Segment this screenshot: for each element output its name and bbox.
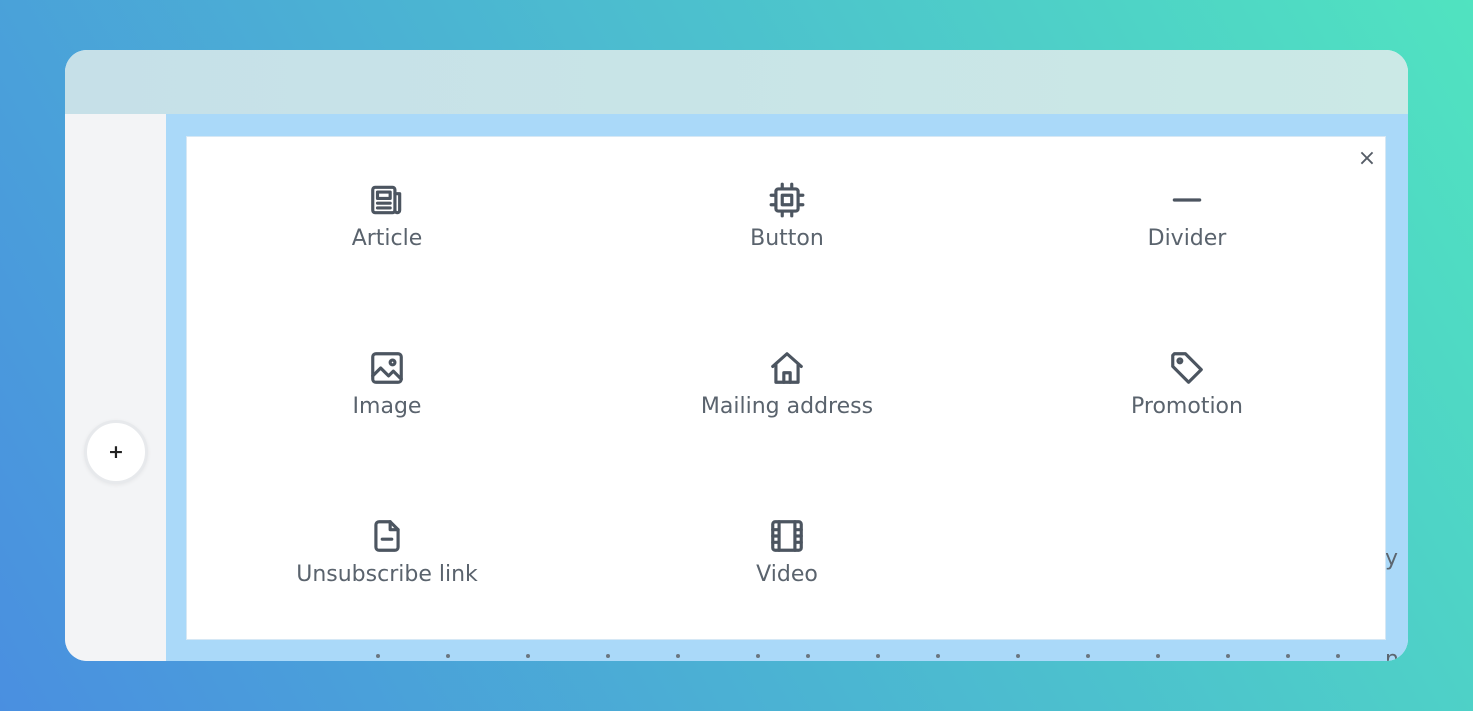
close-button[interactable]: × — [1355, 147, 1379, 171]
block-option-label: Image — [352, 394, 422, 419]
block-option-promotion[interactable]: Promotion — [1067, 324, 1307, 434]
block-option-unsubscribe-link[interactable]: Unsubscribe link — [267, 492, 507, 602]
block-option-image[interactable]: Image — [267, 324, 507, 434]
block-option-button[interactable]: Button — [667, 156, 907, 266]
block-option-label: Button — [750, 226, 824, 251]
add-block-button[interactable]: + — [84, 420, 148, 484]
block-option-article[interactable]: Article — [267, 156, 507, 266]
film-icon — [767, 516, 807, 556]
block-option-divider[interactable]: Divider — [1067, 156, 1307, 266]
block-option-label: Video — [756, 562, 818, 587]
background-text-fragment: y — [1385, 546, 1399, 571]
background-text-fragment: n — [1385, 647, 1399, 661]
content-block-picker: × Article Button Divider Image Mailing a… — [186, 136, 1386, 640]
block-option-label: Article — [351, 226, 423, 251]
block-option-label: Mailing address — [700, 394, 874, 419]
block-option-label: Promotion — [1131, 394, 1243, 419]
email-canvas: y n × Article Button Divider Image Maili… — [166, 114, 1408, 661]
block-option-label: Unsubscribe link — [296, 562, 478, 587]
home-icon — [767, 348, 807, 388]
editor-top-bar — [65, 50, 1408, 114]
left-gutter: + — [65, 114, 166, 661]
block-option-label: Divider — [1147, 226, 1227, 251]
tag-icon — [1167, 348, 1207, 388]
button-icon — [767, 180, 807, 220]
image-icon — [367, 348, 407, 388]
background-text-line — [376, 654, 1376, 660]
article-icon — [367, 180, 407, 220]
block-option-video[interactable]: Video — [667, 492, 907, 602]
file-minus-icon — [367, 516, 407, 556]
block-option-mailing-address[interactable]: Mailing address — [667, 324, 907, 434]
divider-icon — [1167, 180, 1207, 220]
editor-window: + y n × Article Button Divider Image Mai… — [65, 50, 1408, 661]
